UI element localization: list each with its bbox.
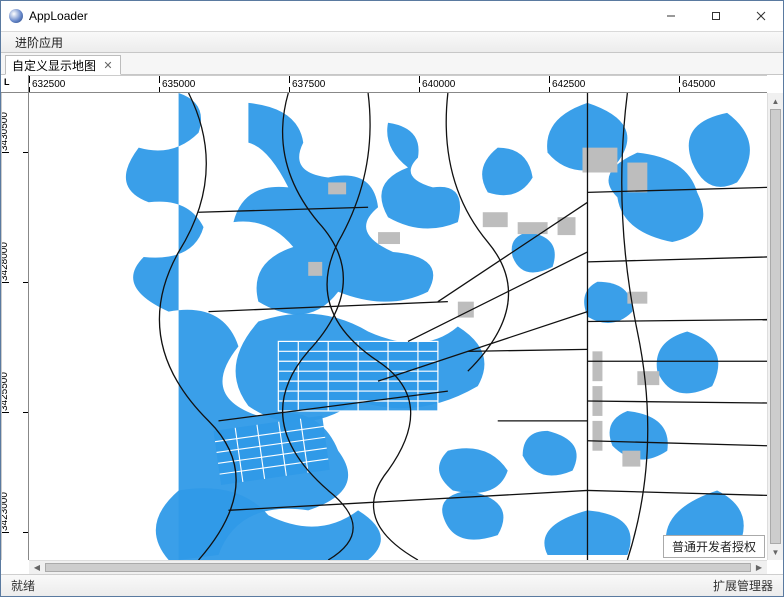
map-svg bbox=[29, 93, 767, 560]
map-viewport: L 632500 635000 637500 640000 642500 645… bbox=[1, 75, 783, 574]
map-canvas[interactable] bbox=[29, 93, 767, 560]
tab-custom-map[interactable]: 自定义显示地图 ✕ bbox=[5, 55, 121, 75]
horizontal-scrollbar[interactable]: ◀ ▶ bbox=[29, 560, 767, 574]
status-left: 就绪 bbox=[11, 577, 35, 594]
license-badge: 普通开发者授权 bbox=[663, 535, 765, 558]
menu-advanced-apps[interactable]: 进阶应用 bbox=[7, 32, 71, 53]
y-tick-label: 3423000 bbox=[1, 492, 10, 531]
x-tick-label: 637500 bbox=[292, 79, 325, 90]
close-button[interactable] bbox=[738, 1, 783, 31]
scroll-left-button[interactable]: ◀ bbox=[29, 561, 45, 574]
scroll-up-button[interactable]: ▲ bbox=[768, 93, 783, 109]
x-tick-label: 640000 bbox=[422, 79, 455, 90]
x-tick-label: 635000 bbox=[162, 79, 195, 90]
minimize-button[interactable] bbox=[648, 1, 693, 31]
close-icon bbox=[756, 11, 766, 21]
x-tick-label: 632500 bbox=[32, 79, 65, 90]
y-tick-label: 3430500 bbox=[1, 112, 10, 151]
x-tick-label: 645000 bbox=[682, 79, 715, 90]
maximize-button[interactable] bbox=[693, 1, 738, 31]
x-tick-label: 642500 bbox=[552, 79, 585, 90]
status-right[interactable]: 扩展管理器 bbox=[713, 577, 773, 594]
scroll-down-button[interactable]: ▼ bbox=[768, 544, 783, 560]
y-tick-label: 3425500 bbox=[1, 372, 10, 411]
ruler-horizontal: 632500 635000 637500 640000 642500 64500… bbox=[29, 75, 767, 93]
status-bar: 就绪 扩展管理器 bbox=[1, 574, 783, 596]
window-titlebar: AppLoader bbox=[1, 1, 783, 31]
vertical-scrollbar[interactable]: ▲ ▼ bbox=[767, 93, 783, 560]
maximize-icon bbox=[711, 11, 721, 21]
horizontal-scroll-track[interactable] bbox=[45, 561, 751, 574]
y-tick-label: 3428000 bbox=[1, 242, 10, 281]
window-title: AppLoader bbox=[29, 9, 648, 23]
ruler-corner: L bbox=[1, 75, 29, 93]
tab-strip: 自定义显示地图 ✕ bbox=[1, 53, 783, 75]
vertical-scroll-track[interactable] bbox=[768, 109, 783, 544]
vertical-scroll-thumb[interactable] bbox=[770, 109, 781, 544]
minimize-icon bbox=[666, 11, 676, 21]
tab-label: 自定义显示地图 bbox=[12, 57, 96, 74]
menu-bar: 进阶应用 bbox=[1, 31, 783, 53]
app-icon bbox=[9, 9, 23, 23]
ruler-vertical: 3430500 3428000 3425500 3423000 bbox=[1, 93, 29, 560]
tab-close-button[interactable]: ✕ bbox=[102, 59, 114, 72]
horizontal-scroll-thumb[interactable] bbox=[45, 563, 751, 572]
scroll-right-button[interactable]: ▶ bbox=[751, 561, 767, 574]
window-controls bbox=[648, 1, 783, 31]
